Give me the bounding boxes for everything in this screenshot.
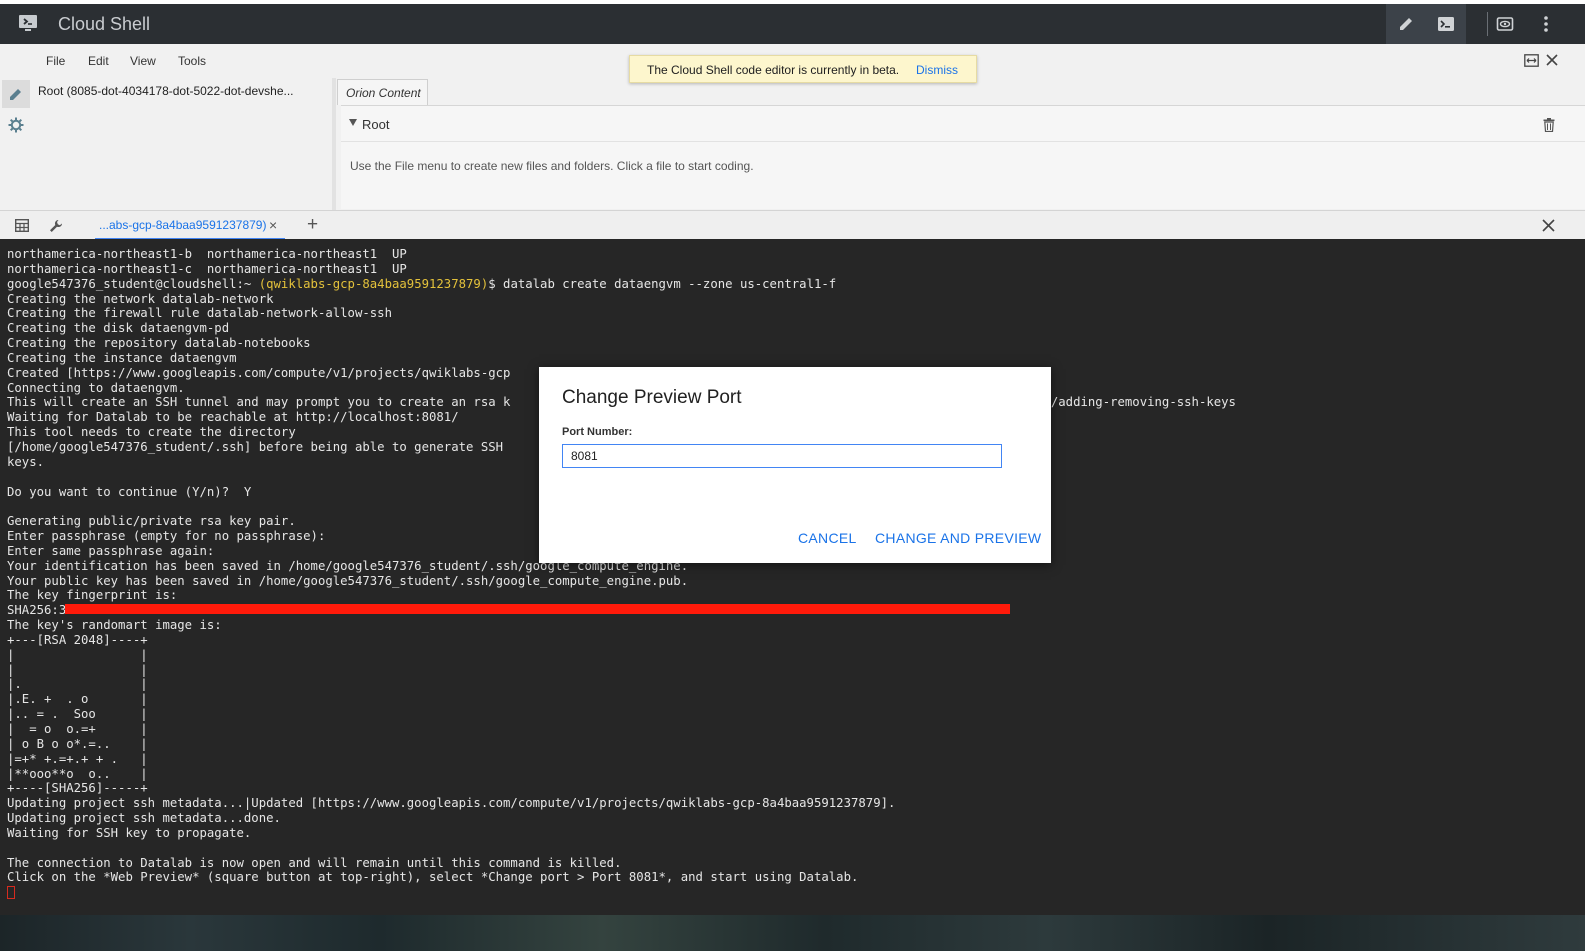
app-title: Cloud Shell (58, 14, 151, 34)
terminal-line: | | (7, 647, 148, 662)
terminal-line: |. | (7, 677, 148, 692)
port-number-label: Port Number: (562, 426, 633, 438)
edit-pencil-icon (1400, 18, 1412, 30)
close-terminal-icon[interactable] (1542, 219, 1555, 232)
app-header: Cloud Shell (0, 4, 1585, 44)
trash-icon[interactable] (1543, 118, 1555, 132)
edit-button[interactable] (1386, 4, 1426, 44)
add-tab-icon[interactable]: + (307, 214, 318, 236)
beta-banner: The Cloud Shell code editor is currently… (629, 55, 977, 83)
terminal-tab-bar: ...abs-gcp-8a4baa9591237879) × + (0, 210, 1585, 240)
more-options-button[interactable] (1526, 4, 1566, 44)
terminal-line: Updating project ssh metadata...done. (7, 811, 281, 826)
terminal-line: |=+* +.=+.+ + . | (7, 751, 148, 766)
menu-file[interactable]: File (46, 54, 65, 68)
terminal-line: northamerica-northeast1-c northamerica-n… (7, 261, 407, 276)
wrench-icon[interactable] (49, 219, 63, 233)
terminal-line: Waiting for SSH key to propagate. (7, 825, 252, 840)
menu-edit[interactable]: Edit (88, 54, 109, 68)
terminal-lines: northamerica-northeast1-b northamerica-n… (7, 247, 1236, 885)
beta-banner-text: The Cloud Shell code editor is currently… (647, 63, 900, 77)
terminal-cursor (7, 886, 15, 899)
background-photo-strip (0, 915, 1585, 951)
terminal-line: |**ooo**o o.. | (7, 766, 148, 781)
dismiss-link[interactable]: Dismiss (916, 63, 958, 77)
change-preview-port-dialog: Change Preview Port Port Number: CANCEL … (539, 367, 1051, 563)
settings-gear-icon[interactable] (8, 117, 24, 133)
change-and-preview-button[interactable]: CHANGE AND PREVIEW (875, 530, 1041, 546)
terminal-line: | o B o o*.=.. | (7, 736, 148, 751)
terminal-line: | | (7, 662, 148, 677)
terminal-line: Creating the disk dataengvm-pd (7, 321, 230, 336)
orion-content-pane: Root Use the File menu to create new fil… (341, 105, 1585, 209)
maximize-icon[interactable] (1524, 54, 1539, 67)
menu-tools[interactable]: Tools (178, 54, 206, 68)
prompt-project: (qwiklabs-gcp-8a4baa9591237879) (258, 276, 489, 291)
editor-hint-text: Use the File menu to create new files an… (350, 159, 754, 173)
terminal-line: The key's randomart image is: (7, 618, 222, 633)
port-number-input[interactable] (562, 444, 1002, 468)
pane-splitter[interactable] (332, 78, 336, 210)
terminal-line: Creating the firewall rule datalab-netwo… (7, 306, 392, 321)
close-tab-icon[interactable]: × (269, 217, 277, 233)
terminal-line: The key fingerprint is: (7, 588, 178, 603)
prompt-command: $ datalab create dataengvm --zone us-cen… (488, 276, 837, 291)
web-preview-icon (1496, 17, 1514, 31)
terminal-session-tab[interactable]: ...abs-gcp-8a4baa9591237879) × (95, 211, 285, 240)
web-preview-button[interactable] (1485, 4, 1525, 44)
root-folder-label: Root (362, 117, 390, 132)
close-editor-icon[interactable] (1546, 54, 1558, 66)
dialog-title: Change Preview Port (562, 387, 742, 408)
terminal-line: northamerica-northeast1-b northamerica-n… (7, 247, 407, 261)
terminal-button[interactable] (1426, 4, 1466, 44)
terminal-line: Your public key has been saved in /home/… (7, 573, 689, 588)
terminal-line: Updating project ssh metadata...|Updated… (7, 796, 896, 811)
file-tree-root[interactable]: Root (8085-dot-4034178-dot-5022-dot-devs… (38, 84, 294, 98)
terminal-prompt-line: google547376_student@cloudshell:~ (qwikl… (7, 277, 1236, 292)
terminal-line: Creating the repository datalab-notebook… (7, 336, 311, 351)
pencil-icon (10, 89, 21, 100)
root-folder-row[interactable]: Root (341, 106, 1585, 142)
terminal-line: Click on the *Web Preview* (square butto… (7, 870, 859, 885)
terminal-line: +---[RSA 2048]----+ (7, 632, 148, 647)
terminal-line: Creating the network datalab-network (7, 291, 274, 306)
terminal-tab-label: ...abs-gcp-8a4baa9591237879) (99, 218, 267, 232)
redaction-bar (65, 604, 1010, 614)
edit-mode-button[interactable] (2, 80, 30, 108)
terminal-line: Creating the instance dataengvm (7, 350, 237, 365)
terminal-line: | = o o.=+ | (7, 722, 148, 736)
cloud-shell-logo-icon (19, 15, 37, 31)
menu-view[interactable]: View (130, 54, 156, 68)
editor-side-toolbar (0, 78, 32, 210)
code-editor: File Edit View Tools The Cloud Shell cod… (0, 44, 1585, 210)
terminal-icon (1438, 17, 1454, 31)
expand-triangle-icon[interactable] (349, 119, 357, 126)
prompt-user: google547376_student@cloudshell:~ (7, 276, 259, 291)
terminal-line: |.. = . Soo | (7, 707, 148, 722)
terminal-line: |.E. + . o | (7, 692, 148, 707)
terminal-line: The connection to Datalab is now open an… (7, 855, 622, 870)
tab-orion-content[interactable]: Orion Content (337, 79, 428, 105)
terminal-line: +----[SHA256]-----+ (7, 781, 148, 796)
terminal-output[interactable]: northamerica-northeast1-b northamerica-n… (0, 239, 1585, 915)
more-vert-icon (1544, 16, 1548, 32)
cancel-button[interactable]: CANCEL (798, 530, 857, 546)
grid-icon[interactable] (15, 219, 29, 232)
